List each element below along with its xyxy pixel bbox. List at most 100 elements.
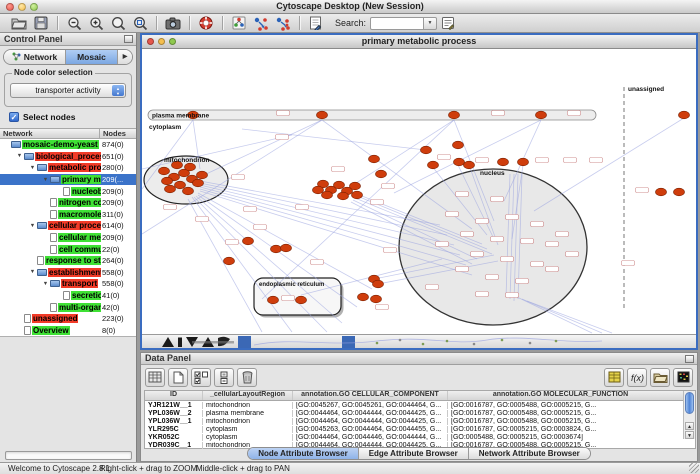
zoom-fit-button[interactable] (109, 15, 127, 32)
expander-icon[interactable]: ▼ (41, 177, 50, 183)
network-node[interactable] (296, 296, 307, 304)
open-attributes-button[interactable] (650, 368, 670, 387)
network-node[interactable] (518, 158, 529, 166)
column-header-cellular-component[interactable]: annotation.GO CELLULAR_COMPONENT (293, 391, 448, 400)
import-attributes-button[interactable] (604, 368, 624, 387)
tree-column-network[interactable]: Network (0, 129, 100, 138)
search-input[interactable] (370, 17, 424, 30)
network-node[interactable] (271, 245, 282, 253)
network-node[interactable] (185, 163, 196, 171)
panel-float-icon[interactable] (124, 35, 133, 43)
network-node[interactable] (376, 170, 387, 178)
expander-icon[interactable]: ▼ (28, 165, 37, 171)
network-graph[interactable]: plasma membranecytoplasmmitochondrionnuc… (142, 49, 696, 334)
attribute-matrix-button[interactable] (673, 368, 693, 387)
network-node[interactable] (322, 191, 333, 199)
scroll-down-button[interactable]: ▼ (685, 431, 694, 439)
expander-icon[interactable]: ▼ (15, 153, 24, 159)
vertical-scrollbar[interactable]: ▲ ▼ (683, 391, 695, 439)
network-node[interactable] (243, 237, 254, 245)
network-node[interactable] (454, 158, 465, 166)
network-node[interactable] (183, 187, 194, 195)
zoom-selected-button[interactable] (131, 15, 149, 32)
node-attributes-button[interactable] (230, 15, 248, 32)
network-node[interactable] (338, 192, 349, 200)
table-row[interactable]: YPL036W__1mitochondrion[GO:0044464, GO:0… (145, 417, 695, 425)
zoom-out-button[interactable] (65, 15, 83, 32)
tree-row[interactable]: secretion41(0) (0, 290, 136, 302)
search-options-button[interactable] (439, 15, 457, 32)
network-node[interactable] (165, 185, 176, 193)
new-attribute-button[interactable] (168, 368, 188, 387)
node-color-dropdown[interactable]: transporter activity ▲▼ (10, 83, 126, 98)
column-header-region[interactable]: _cellularLayoutRegion (203, 391, 293, 400)
network-node[interactable] (281, 244, 292, 252)
scrollbar-thumb[interactable] (685, 392, 694, 414)
expander-icon[interactable]: ▼ (28, 223, 37, 229)
resize-grip[interactable] (689, 463, 699, 473)
network-node[interactable] (159, 167, 170, 175)
snapshot-button[interactable] (164, 15, 182, 32)
tree-row[interactable]: ▼biological_process651(0) (0, 151, 136, 163)
help-button[interactable] (197, 15, 215, 32)
network-node[interactable] (498, 158, 509, 166)
tree-row[interactable]: Overview8(0) (0, 325, 136, 337)
table-row[interactable]: YPL036W__2plasma membrane[GO:0044464, GO… (145, 409, 695, 417)
tree-row[interactable]: cell communicat22(0) (0, 243, 136, 255)
network-node[interactable] (373, 280, 384, 288)
tree-row[interactable]: ▼metabolic process280(0) (0, 162, 136, 174)
first-neighbors-button[interactable] (252, 15, 270, 32)
zoom-in-button[interactable] (87, 15, 105, 32)
network-node[interactable] (453, 141, 464, 149)
network-node[interactable] (536, 111, 547, 119)
tree-row[interactable]: multi-organism pro42(0) (0, 301, 136, 313)
network-node[interactable] (464, 161, 475, 169)
select-attributes-button[interactable] (191, 368, 211, 387)
delete-attribute-button[interactable] (237, 368, 257, 387)
table-row[interactable]: YKR052Ccytoplasm[GO:0044464, GO:0044446,… (145, 433, 695, 441)
network-node[interactable] (449, 111, 460, 119)
tree-row[interactable]: macromolecule311(0) (0, 209, 136, 221)
tree-row[interactable]: mosaic-demo-yeast874(0) (0, 139, 136, 151)
network-node[interactable] (193, 179, 204, 187)
tab-network-attribute-browser[interactable]: Network Attribute Browser (469, 448, 590, 459)
network-node[interactable] (656, 188, 667, 196)
network-node[interactable] (175, 181, 186, 189)
network-node[interactable] (224, 257, 235, 265)
table-row[interactable]: YLR295Ccytoplasm[GO:0045263, GO:0044464,… (145, 425, 695, 433)
tree-row[interactable]: nitrogen compo209(0) (0, 197, 136, 209)
attribute-pair-button[interactable] (214, 368, 234, 387)
attribute-table-button[interactable] (145, 368, 165, 387)
network-node[interactable] (197, 171, 208, 179)
network-node[interactable] (674, 188, 685, 196)
tree-row[interactable]: nucleobase-209(0) (0, 185, 136, 197)
tab-network[interactable]: Network (4, 50, 66, 64)
network-node[interactable] (421, 146, 432, 154)
tree-row[interactable]: ▼primary metabo209(... (0, 174, 136, 186)
scroll-up-button[interactable]: ▲ (685, 422, 694, 430)
network-node[interactable] (268, 296, 279, 304)
search-dropdown-button[interactable]: ▼ (424, 17, 437, 30)
table-row[interactable]: YJR121W__1mitochondrion[GO:0045267, GO:0… (145, 401, 695, 409)
panel-float-icon[interactable] (685, 355, 694, 363)
tree-row[interactable]: cellular metabo209(0) (0, 232, 136, 244)
network-node[interactable] (371, 295, 382, 303)
network-node[interactable] (428, 161, 439, 169)
tree-row[interactable]: ▼transport558(0) (0, 278, 136, 290)
network-node[interactable] (679, 111, 690, 119)
tab-mosaic[interactable]: Mosaic (66, 50, 118, 64)
network-node[interactable] (350, 182, 361, 190)
network-node[interactable] (334, 181, 345, 189)
network-canvas[interactable]: plasma membranecytoplasmmitochondrionnuc… (142, 49, 696, 334)
expander-icon[interactable]: ▼ (41, 281, 50, 287)
network-node[interactable] (317, 111, 328, 119)
network-node[interactable] (313, 186, 324, 194)
tree-row[interactable]: response to stimulu264(0) (0, 255, 136, 267)
select-nodes-checkbox[interactable]: ✓ (9, 112, 19, 122)
column-header-molecular-function[interactable]: annotation.GO MOLECULAR_FUNCTION (448, 391, 673, 400)
expander-icon[interactable]: ▼ (28, 269, 37, 275)
expand-neighbors-button[interactable] (274, 15, 292, 32)
tab-node-attribute-browser[interactable]: Node Attribute Browser (248, 448, 359, 459)
save-session-button[interactable] (32, 15, 50, 32)
network-node[interactable] (358, 293, 369, 301)
